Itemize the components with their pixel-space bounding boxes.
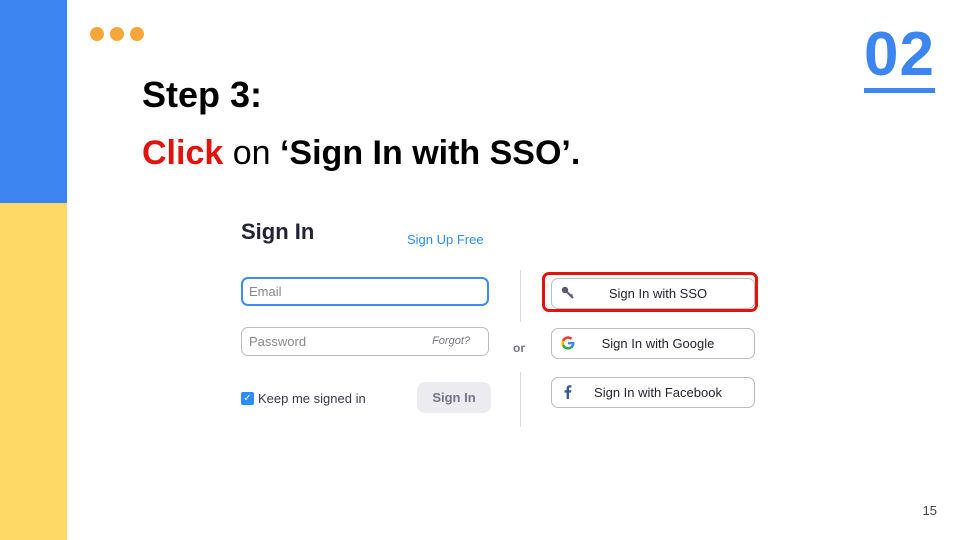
step-title: Step 3:	[142, 74, 263, 115]
signin-button[interactable]: Sign In	[417, 382, 491, 413]
email-placeholder: Email	[249, 284, 282, 299]
divider	[520, 372, 521, 427]
google-button-label: Sign In with Google	[601, 336, 715, 351]
signup-free-link[interactable]: Sign Up Free	[407, 232, 484, 247]
dot	[90, 27, 104, 41]
dot	[110, 27, 124, 41]
password-field[interactable]: Password Forgot?	[241, 327, 489, 356]
signin-title: Sign In	[241, 219, 315, 244]
instruction: Click on ‘Sign In with SSO’.	[142, 134, 580, 173]
keep-signed-in-label: Keep me signed in	[258, 391, 366, 406]
side-bar-blue	[0, 0, 67, 203]
facebook-button-label: Sign In with Facebook	[594, 385, 722, 400]
side-bar-yellow	[0, 203, 67, 540]
divider	[520, 270, 521, 322]
sso-highlight-box	[542, 272, 758, 312]
instruction-target: ‘Sign In with SSO’.	[279, 134, 581, 172]
decoration-dots	[90, 27, 144, 41]
slide-number: 02	[864, 22, 935, 93]
sign-in-with-facebook-button[interactable]: Sign In with Facebook	[551, 377, 755, 408]
forgot-link[interactable]: Forgot?	[432, 328, 470, 355]
or-separator: or	[513, 341, 525, 355]
password-placeholder: Password	[249, 334, 307, 349]
page-number: 15	[922, 503, 937, 518]
keep-signed-in[interactable]: ✓ Keep me signed in	[241, 391, 366, 406]
dot	[130, 27, 144, 41]
instruction-action: Click	[142, 134, 224, 172]
instruction-connector: on	[223, 134, 280, 172]
sign-in-with-google-button[interactable]: Sign In with Google	[551, 328, 755, 359]
email-field[interactable]: Email	[241, 277, 489, 306]
keep-signed-in-checkbox[interactable]: ✓	[241, 392, 254, 405]
